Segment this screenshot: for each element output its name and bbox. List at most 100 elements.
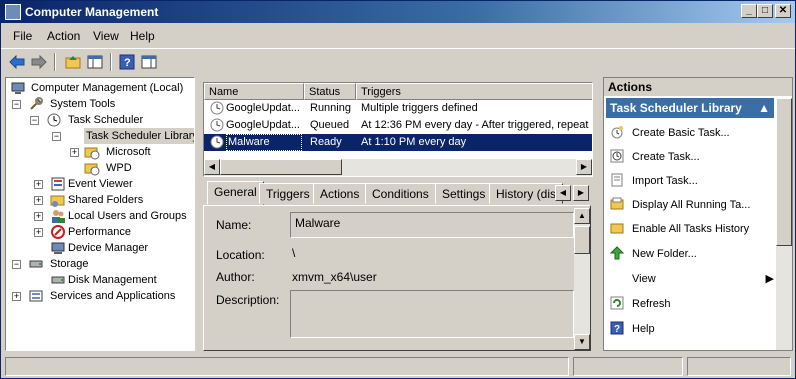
toolbar: ? [1,48,795,74]
tab-scroll-left-icon[interactable]: ◀ [555,185,571,201]
tab-actions[interactable]: Actions [313,183,367,204]
show-hide-console-tree-button[interactable] [85,52,105,72]
computer-management-icon [11,82,25,94]
menu-file[interactable]: File [13,29,32,43]
tab-scroll-right-icon[interactable]: ▶ [573,185,589,201]
help-book-icon: ? [119,54,135,70]
show-hide-action-pane-button[interactable] [139,52,159,72]
refresh-icon [610,296,624,310]
expand-icon[interactable]: + [34,228,43,237]
toolbar-separator [110,53,112,71]
expand-icon[interactable]: + [70,148,79,157]
status-cell-main [5,357,569,376]
computer-management-window: Computer Management _ □ ✕ File Action Vi… [0,0,796,379]
device-manager-icon [51,242,65,254]
action-view[interactable]: View ▶ [608,268,774,290]
back-arrow-icon [9,55,25,69]
menu-action[interactable]: Action [47,29,80,43]
display-running-icon [610,197,624,210]
collapse-icon[interactable]: − [12,260,21,269]
expand-icon[interactable]: + [12,292,21,301]
expand-icon[interactable]: + [34,212,43,221]
task-clock-icon [210,101,224,115]
scroll-right-icon[interactable]: ▶ [576,159,592,175]
enable-history-icon [610,223,624,234]
task-row-googleupdate-2[interactable]: GoogleUpdat... Queued At 12:36 PM every … [204,117,592,134]
collapse-icon[interactable]: − [30,116,39,125]
tab-settings[interactable]: Settings [435,183,493,204]
svg-text:?: ? [124,57,131,69]
create-task-icon [610,149,624,163]
actions-pane: Actions Task Scheduler Library ▲ Create … [603,77,793,351]
folder-clock-icon [84,147,100,160]
minimize-button[interactable]: _ [741,4,757,18]
collapse-icon[interactable]: − [12,100,21,109]
general-tab-content: Name: Malware Location: \ Author: xmvm_x… [203,205,591,351]
services-icon [29,290,43,302]
expand-icon[interactable]: + [34,196,43,205]
create-basic-task-icon [611,126,623,139]
task-clock-icon [210,118,224,132]
location-value: \ [292,246,296,260]
title-bar[interactable]: Computer Management _ □ ✕ [1,1,795,23]
users-icon [52,210,65,223]
author-value: xmvm_x64\user [292,270,377,284]
window-title: Computer Management [25,5,159,19]
scrollbar-thumb[interactable] [220,159,342,175]
tab-general[interactable]: General [207,181,264,205]
system-tools-icon [30,97,43,110]
submenu-arrow-icon: ▶ [765,273,774,285]
shared-folder-icon [50,195,65,207]
scroll-down-icon[interactable]: ▼ [574,334,590,350]
folder-up-icon [65,56,81,69]
scrollbar-thumb[interactable] [574,226,590,254]
tab-conditions[interactable]: Conditions [365,183,436,204]
maximize-button[interactable]: □ [757,4,773,18]
back-button[interactable] [7,52,27,72]
scroll-up-icon[interactable]: ▲ [574,208,590,224]
forward-arrow-icon [31,55,47,69]
name-field[interactable]: Malware [290,212,574,238]
forward-button[interactable] [29,52,49,72]
column-header-triggers[interactable]: Triggers [356,83,592,100]
close-button[interactable]: ✕ [775,4,791,18]
menu-help[interactable]: Help [130,29,155,43]
toolbar-separator [54,53,56,71]
name-label: Name: [216,218,252,232]
task-list-horizontal-scrollbar[interactable]: ◀ ▶ [204,159,592,176]
import-task-icon [611,173,623,187]
folder-clock-icon [84,163,100,176]
console-tree: Computer Management (Local) − System Too… [5,77,195,351]
expand-icon[interactable]: + [34,180,43,189]
help-toolbar-button[interactable]: ? [117,52,137,72]
storage-icon [29,260,43,268]
column-header-name[interactable]: Name [204,83,304,100]
performance-icon [51,225,65,239]
computer-management-icon [5,4,21,20]
collapse-section-icon[interactable]: ▲ [758,98,770,118]
new-folder-icon [610,246,624,260]
console-tree-icon [87,55,103,69]
column-header-status[interactable]: Status [304,83,356,100]
menu-bar: File Action View Help [1,26,795,46]
author-label: Author: [216,270,255,284]
help-icon: ? [610,321,624,335]
tab-history[interactable]: History (dis [489,183,564,204]
actions-vertical-scrollbar[interactable] [776,98,792,350]
task-row-googleupdate-1[interactable]: GoogleUpdat... Running Multiple triggers… [204,100,592,117]
collapse-icon[interactable]: − [52,132,61,141]
menu-view[interactable]: View [93,29,119,43]
details-vertical-scrollbar[interactable]: ▲ ▼ [574,208,590,350]
status-cell-2 [573,357,683,376]
actions-section-task-scheduler-library[interactable]: Task Scheduler Library ▲ [606,98,774,118]
clock-icon [47,113,61,127]
scrollbar-thumb[interactable] [776,98,792,246]
svg-text:?: ? [614,324,620,335]
action-pane-icon [141,55,157,69]
task-row-malware[interactable]: Malware Ready At 1:10 PM every day [204,134,592,151]
tab-triggers[interactable]: Triggers [259,183,317,204]
event-viewer-icon [51,177,65,191]
description-field[interactable] [290,290,574,338]
scroll-left-icon[interactable]: ◀ [204,159,220,175]
up-one-level-button[interactable] [63,52,83,72]
